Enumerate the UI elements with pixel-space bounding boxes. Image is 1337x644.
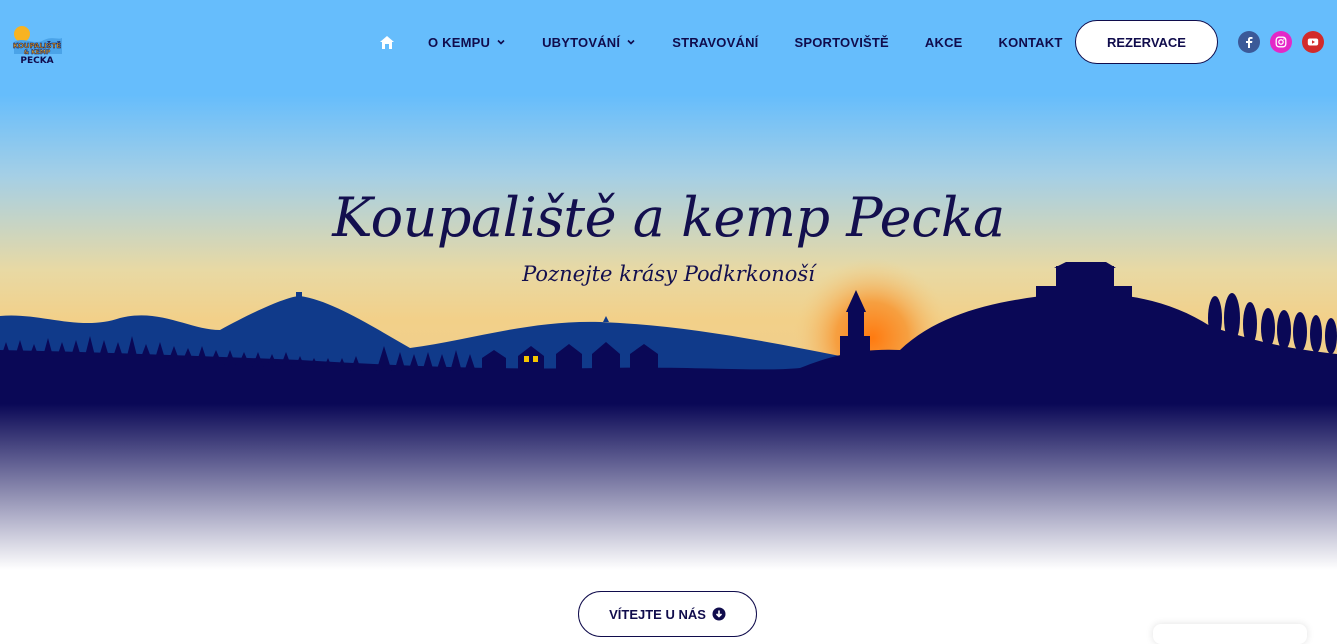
nav-item-label: AKCE [924,34,963,50]
social-links [1238,31,1324,53]
chat-widget[interactable] [1153,624,1307,644]
welcome-label: VÍTEJTE U NÁS [609,606,706,622]
nav-item-o-kempu[interactable]: O KEMPU [428,35,506,50]
chevron-down-icon [497,39,505,45]
nav-item-stravovani[interactable]: STRAVOVÁNÍ [672,35,758,50]
hero-title: Koupaliště a kemp Pecka [332,186,1005,249]
reservation-button[interactable]: REZERVACE [1075,20,1218,64]
nav-item-ubytovani[interactable]: UBYTOVÁNÍ [542,35,636,50]
nav-item-label: KONTAKT [998,34,1063,50]
nav-item-kontakt[interactable]: KONTAKT [999,35,1063,50]
instagram-link[interactable] [1270,31,1292,53]
svg-text:& KEMP: & KEMP [24,49,51,56]
site-logo[interactable]: KOUPALIŠTĚ & KEMP PECKA [10,22,64,66]
nav-item-label: O KEMPU [428,34,491,50]
facebook-icon [1246,37,1253,48]
home-link[interactable] [376,31,398,53]
facebook-link[interactable] [1238,31,1260,53]
site-header: KOUPALIŠTĚ & KEMP PECKA O KEMPU UBYTOVÁN… [0,0,1337,86]
home-icon [380,35,394,49]
hero-subtitle: Poznejte krásy Podkrkonoší [522,262,815,286]
youtube-icon [1307,38,1319,46]
nav-item-label: SPORTOVIŠTĚ [794,34,889,50]
instagram-icon [1275,36,1287,48]
youtube-link[interactable] [1302,31,1324,53]
main-nav: O KEMPU UBYTOVÁNÍ STRAVOVÁNÍ SPORTOVIŠTĚ… [376,26,1099,58]
svg-text:PECKA: PECKA [20,56,53,66]
welcome-button[interactable]: VÍTEJTE U NÁS [578,591,757,637]
arrow-circle-down-icon [712,607,726,621]
nav-item-label: UBYTOVÁNÍ [542,34,621,50]
nav-item-akce[interactable]: AKCE [925,35,963,50]
nav-item-label: STRAVOVÁNÍ [672,34,759,50]
chevron-down-icon [627,39,635,45]
nav-item-sportoviste[interactable]: SPORTOVIŠTĚ [794,35,888,50]
